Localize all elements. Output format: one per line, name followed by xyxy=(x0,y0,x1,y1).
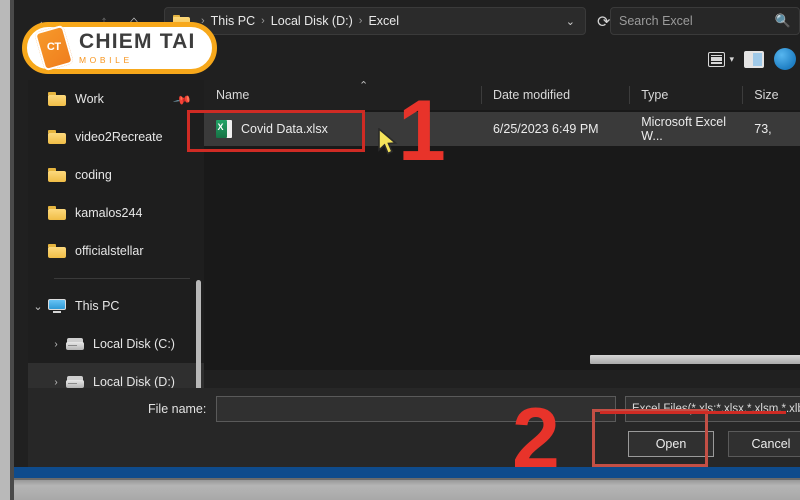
logo-badge-text: CT xyxy=(46,41,61,54)
toolbar-right-group: ▾ xyxy=(708,48,800,70)
disk-icon xyxy=(66,337,84,351)
sidebar: Work 📌 video2Recreate coding kamalos244 xyxy=(28,80,204,401)
breadcrumb-item-this-pc[interactable]: This PC xyxy=(211,14,255,28)
chevron-down-icon[interactable]: ▾ xyxy=(729,54,734,65)
sidebar-item-video2recreate[interactable]: video2Recreate xyxy=(28,118,204,156)
chevron-down-icon[interactable]: ⌄ xyxy=(28,300,48,313)
breadcrumb-separator: › xyxy=(261,15,265,27)
sidebar-item-this-pc[interactable]: ⌄ This PC xyxy=(28,287,204,325)
sidebar-item-kamalos244[interactable]: kamalos244 xyxy=(28,194,204,232)
column-header-label: Date modified xyxy=(492,88,571,102)
logo-tagline: MOBILE xyxy=(79,55,133,66)
sidebar-item-label: kamalos244 xyxy=(75,206,143,220)
folder-icon xyxy=(48,130,66,144)
video-left-edge xyxy=(0,0,10,500)
view-mode-control[interactable]: ▾ xyxy=(708,51,734,67)
chevron-down-icon[interactable]: ⌄ xyxy=(566,15,579,28)
chevron-right-icon[interactable]: › xyxy=(46,377,66,388)
column-header-label: Name xyxy=(216,88,250,102)
taskbar-accent-strip xyxy=(0,467,800,478)
column-header-size[interactable]: Size xyxy=(742,80,800,110)
file-name-label: File name: xyxy=(148,402,207,416)
sidebar-item-label: coding xyxy=(75,168,112,182)
file-type-cell: Microsoft Excel W... xyxy=(641,115,726,143)
sidebar-item-coding[interactable]: coding xyxy=(28,156,204,194)
column-header-label: Size xyxy=(754,88,779,102)
logo-text-group: CHIEM TAI MOBILE xyxy=(79,31,196,65)
sort-ascending-icon: ⌃ xyxy=(359,80,369,92)
search-icon: 🔍 xyxy=(774,13,791,28)
annotation-box-step-two xyxy=(592,409,708,467)
cancel-button[interactable]: Cancel xyxy=(728,431,800,457)
search-input[interactable]: Search Excel 🔍 xyxy=(610,7,800,35)
sidebar-item-label: This PC xyxy=(75,299,120,313)
disk-icon xyxy=(66,375,84,389)
account-circle-icon[interactable] xyxy=(774,48,796,70)
folder-icon xyxy=(48,168,66,182)
file-size-cell: 73, xyxy=(754,122,772,136)
sidebar-item-label: video2Recreate xyxy=(75,130,163,144)
sidebar-divider xyxy=(54,278,190,279)
chevron-right-icon[interactable]: › xyxy=(46,339,66,350)
folder-icon xyxy=(48,244,66,258)
annotation-strike-line xyxy=(600,411,786,414)
phone-icon: CT xyxy=(34,24,74,72)
annotation-box-step-one xyxy=(187,110,365,152)
folder-icon xyxy=(48,206,66,220)
horizontal-scrollbar-track[interactable] xyxy=(394,348,800,370)
logo-brand: CHIEM TAI xyxy=(79,30,196,54)
pin-icon[interactable]: 📌 xyxy=(172,90,192,110)
annotation-number-one: 1 xyxy=(398,83,446,179)
video-bottom-strip xyxy=(0,478,800,500)
column-header-date-modified[interactable]: Date modified xyxy=(480,80,629,110)
breadcrumb-item-local-disk-d[interactable]: Local Disk (D:) xyxy=(271,14,353,28)
preview-pane-icon[interactable] xyxy=(744,50,764,68)
list-view-icon[interactable] xyxy=(708,51,726,67)
sidebar-item-label: Local Disk (C:) xyxy=(93,337,175,351)
video-left-edge-inner xyxy=(10,0,14,500)
sidebar-scrollbar[interactable] xyxy=(196,280,201,398)
column-header-label: Type xyxy=(641,88,669,102)
file-date-cell: 6/25/2023 6:49 PM xyxy=(492,122,599,136)
address-bar[interactable]: › This PC › Local Disk (D:) › Excel ⌄ xyxy=(164,7,586,35)
search-placeholder: Search Excel xyxy=(619,14,693,28)
mouse-cursor-icon xyxy=(378,128,398,155)
horizontal-scrollbar-thumb[interactable] xyxy=(590,355,800,364)
column-header-row: Name ⌃ Date modified Type Size xyxy=(204,80,800,110)
sidebar-item-local-disk-c[interactable]: › Local Disk (C:) xyxy=(28,325,204,363)
sidebar-item-label: officialstellar xyxy=(75,244,144,258)
refresh-icon[interactable]: ⟳ xyxy=(597,12,610,32)
watermark-logo: CT CHIEM TAI MOBILE xyxy=(22,22,217,74)
breadcrumb-separator: › xyxy=(358,15,363,27)
breadcrumb-item-excel[interactable]: Excel xyxy=(368,14,399,28)
sidebar-item-work[interactable]: Work 📌 xyxy=(28,80,204,118)
column-header-type[interactable]: Type xyxy=(629,80,742,110)
computer-icon xyxy=(48,299,66,313)
sidebar-item-label: Local Disk (D:) xyxy=(93,375,175,389)
screenshot-root: ← → ↑ ⌂ › This PC › Local Disk (D:) › Ex… xyxy=(0,0,800,500)
folder-icon xyxy=(48,92,66,106)
sidebar-item-officialstellar[interactable]: officialstellar xyxy=(28,232,204,270)
sidebar-item-label: Work xyxy=(75,92,104,106)
